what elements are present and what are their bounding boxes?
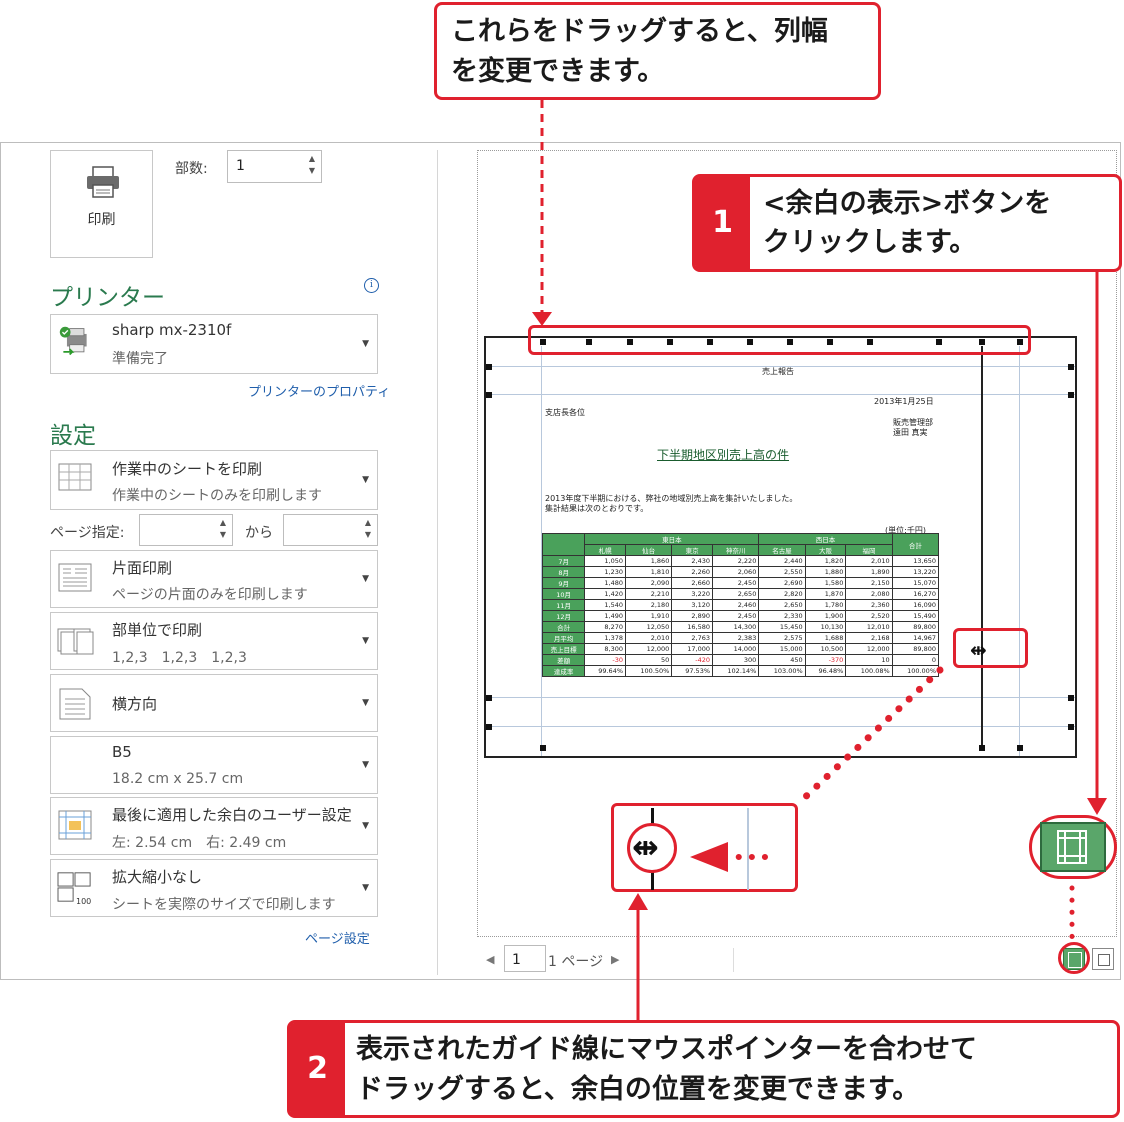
callout-1-line-1: <余白の表示>ボタンを xyxy=(763,188,1052,219)
callout-step-1: 1 <余白の表示>ボタンを クリックします。 xyxy=(692,174,1122,272)
column-handles-highlight xyxy=(528,325,1031,355)
callout-1-line-2: クリックします。 xyxy=(763,227,977,258)
step-1-number: 1 xyxy=(695,177,750,269)
callout-top-line-2: を変更できます。 xyxy=(451,56,665,87)
callout-2-line-2: ドラッグすると、余白の位置を変更できます。 xyxy=(356,1074,920,1105)
callout-step-2: 2 表示されたガイド線にマウスポインターを合わせて ドラッグすると、余白の位置を… xyxy=(287,1020,1120,1118)
callout-2-line-1: 表示されたガイド線にマウスポインターを合わせて xyxy=(356,1034,977,1065)
callout-top-line-1: これらをドラッグすると、列幅 xyxy=(451,16,828,47)
callout-column-width: これらをドラッグすると、列幅 を変更できます。 xyxy=(434,2,881,100)
step-2-number: 2 xyxy=(290,1023,345,1115)
callout-connectors xyxy=(532,100,1107,1020)
